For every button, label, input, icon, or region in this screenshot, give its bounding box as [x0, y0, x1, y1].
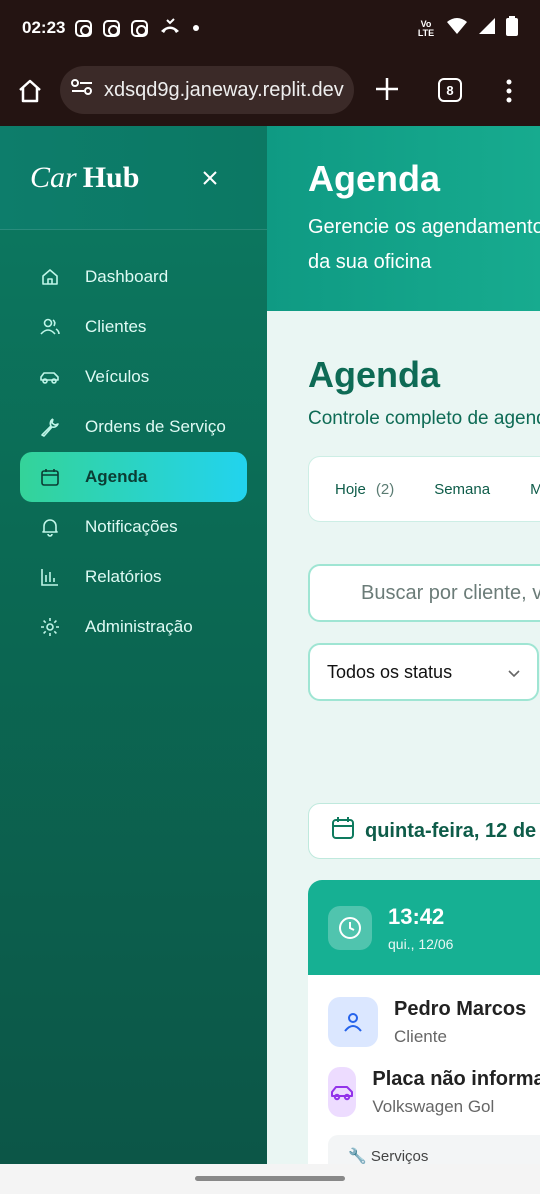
tab-hoje[interactable]: Hoje (2): [335, 481, 394, 498]
close-sidebar-button[interactable]: [202, 166, 218, 192]
battery-icon: [506, 16, 518, 41]
tab-semana[interactable]: Semana: [434, 481, 490, 498]
sidebar-item-label: Dashboard: [85, 267, 169, 286]
appointment-time: 13:42: [388, 903, 445, 929]
sidebar-item-label: Administração: [85, 617, 193, 636]
services-label: Serviços: [370, 1148, 429, 1164]
page-title: Agenda: [308, 158, 441, 199]
client-row: Pedro Marcos Cliente: [308, 987, 540, 1057]
sidebar-item-veiculos[interactable]: Veículos: [20, 352, 247, 402]
bar-chart-icon: [40, 567, 60, 587]
signal-icon: [478, 17, 496, 40]
section-subtitle: Controle completo de agendamentos: [308, 408, 540, 429]
home-icon[interactable]: [17, 78, 43, 109]
brand-logo[interactable]: Car Hub: [30, 161, 139, 195]
page-header: Agenda Gerencie os agendamentos da sua o…: [267, 126, 540, 311]
instagram-icon: [75, 19, 93, 37]
gesture-handle[interactable]: [195, 1176, 345, 1181]
car-icon: [40, 367, 60, 387]
instagram-icon: [131, 19, 149, 37]
date-heading: quinta-feira, 12 de: [308, 803, 540, 859]
chevron-down-icon: [507, 664, 521, 685]
more-options-icon[interactable]: [505, 78, 513, 109]
car-icon: [328, 1067, 357, 1117]
bell-icon: [40, 517, 60, 537]
wrench-icon: 🔧: [348, 1148, 367, 1164]
vehicle-row: Placa não informada Volkswagen Gol: [308, 1057, 540, 1127]
wrench-icon: [40, 417, 60, 437]
sidebar-item-relatorios[interactable]: Relatórios: [20, 552, 247, 602]
sidebar-item-agenda[interactable]: Agenda: [20, 452, 247, 502]
url-text: xdsqd9g.janeway.replit.dev: [104, 78, 344, 101]
tab-label: Hoje: [335, 480, 366, 498]
sidebar-item-ordens-de-servico[interactable]: Ordens de Serviço: [20, 402, 247, 452]
instagram-icon: [103, 19, 121, 37]
volte-label: Vo LTE: [417, 18, 435, 38]
status-bar: 02:23 Vo LTE: [0, 0, 540, 56]
sidebar-item-administracao[interactable]: Administração: [20, 602, 247, 652]
view-tabs: Hoje (2) Semana M: [308, 456, 540, 522]
calendar-icon: [40, 467, 60, 487]
notification-dot-icon: [193, 25, 200, 31]
sidebar-item-label: Agenda: [85, 467, 148, 486]
search-input[interactable]: Buscar por cliente, v: [308, 564, 540, 622]
status-filter-value: Todos os status: [327, 661, 453, 682]
client-label: Cliente: [394, 1026, 447, 1046]
services-box: 🔧 Serviços: [328, 1135, 540, 1164]
status-filter-select[interactable]: Todos os status: [308, 643, 539, 701]
sidebar-item-label: Ordens de Serviço: [85, 417, 226, 436]
gear-icon: [40, 617, 60, 637]
brand-hub-text: Hub: [82, 160, 140, 194]
sidebar-item-clientes[interactable]: Clientes: [20, 302, 247, 352]
home-icon: [40, 267, 60, 287]
tab-switcher-button[interactable]: 8: [438, 78, 462, 102]
vehicle-plate: Placa não informada: [372, 1067, 540, 1090]
main-content: Agenda Gerencie os agendamentos da sua o…: [267, 126, 540, 1164]
page-subtitle: Gerencie os agendamentos da sua oficina: [308, 216, 540, 273]
sidebar-item-label: Relatórios: [85, 567, 162, 586]
sidebar-nav: Dashboard Clientes Veículos Ordens de Se…: [20, 252, 247, 652]
client-name: Pedro Marcos: [394, 997, 527, 1020]
person-icon: [328, 997, 378, 1047]
new-tab-icon[interactable]: [374, 76, 400, 107]
appointment-date: qui., 12/06: [388, 935, 454, 952]
sidebar-item-label: Veículos: [85, 367, 150, 386]
sidebar-item-label: Notificações: [85, 517, 178, 536]
calendar-icon: [331, 816, 355, 846]
wifi-icon: [446, 17, 468, 40]
sidebar: Car Hub Dashboard Clientes Veículos Orden…: [0, 126, 267, 1164]
tab-mes[interactable]: M: [530, 481, 540, 498]
users-icon: [40, 317, 60, 337]
sidebar-item-dashboard[interactable]: Dashboard: [20, 252, 247, 302]
status-time: 02:23: [22, 18, 66, 37]
system-nav-bar: [0, 1164, 540, 1194]
date-heading-text: quinta-feira, 12 de: [365, 819, 537, 842]
appointment-card[interactable]: 13:42 qui., 12/06 Pedro Marcos Cliente P…: [308, 880, 540, 1164]
close-icon: [203, 171, 217, 185]
sidebar-item-label: Clientes: [85, 317, 147, 336]
vehicle-model: Volkswagen Gol: [372, 1096, 495, 1116]
brand-car-text: Car: [30, 160, 77, 194]
sidebar-item-notificacoes[interactable]: Notificações: [20, 502, 247, 552]
sidebar-header: Car Hub: [0, 126, 267, 230]
appointment-card-header: 13:42 qui., 12/06: [308, 880, 540, 975]
tab-count: (2): [375, 480, 395, 498]
browser-toolbar: xdsqd9g.janeway.replit.dev 8: [0, 56, 540, 126]
address-bar[interactable]: xdsqd9g.janeway.replit.dev: [60, 66, 354, 114]
clock-icon: [328, 905, 372, 950]
site-settings-icon[interactable]: [70, 77, 94, 103]
tab-count: 8: [446, 82, 454, 98]
section-title: Agenda: [308, 354, 441, 395]
missed-call-icon: [159, 17, 181, 39]
